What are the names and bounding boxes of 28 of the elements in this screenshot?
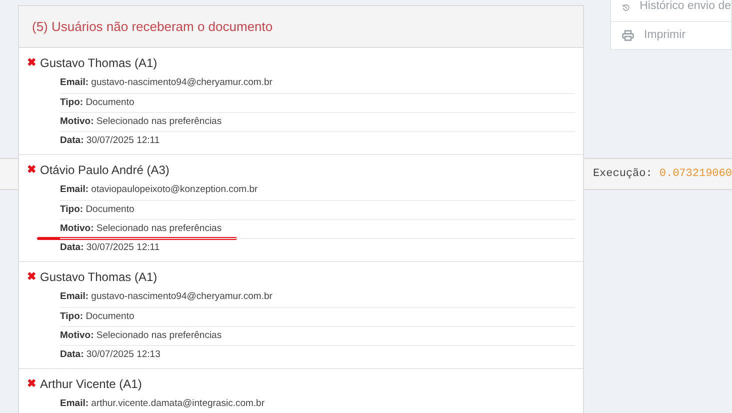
field-text: Motivo: Selecionado nas preferências <box>60 222 222 236</box>
field-text: Tipo: Documento <box>60 202 134 217</box>
field-text: Tipo: Documento <box>60 96 134 110</box>
field-text: Email: arthur.vicente.damata@integrasic.com.br <box>60 397 264 412</box>
field-text: Data: 30/07/2025 12:13 <box>60 348 160 362</box>
modal-title: (5) Usuários não receberam o documento <box>32 18 273 36</box>
field-text: Email: gustavo-nascimento94@cheryamur.com.br <box>60 290 272 304</box>
error-x-icon: ✖ <box>27 272 36 282</box>
field-text: Motivo: Selecionado nas preferências <box>60 328 222 343</box>
history-icon <box>622 2 630 12</box>
field-text: Email: gustavo-nascimento94@cheryamur.com.br <box>60 76 272 90</box>
error-x-icon: ✖ <box>27 378 36 390</box>
menu-item[interactable]: Histórico envio de <box>640 0 731 16</box>
field-text: Data: 30/07/2025 12:11 <box>60 134 160 148</box>
field-text: Email: otaviopaulopeixoto@konzeption.com.br <box>60 183 258 198</box>
error-x-icon: ✖ <box>27 58 36 68</box>
user-name: Otávio Paulo André (A3) <box>40 162 170 179</box>
user-name: Arthur Vicente (A1) <box>40 376 142 393</box>
field-text: Tipo: Documento <box>60 310 134 324</box>
user-name: Gustavo Thomas (A1) <box>40 55 158 72</box>
error-x-icon: ✖ <box>27 164 36 176</box>
execution-label: Execução: <box>592 166 652 182</box>
field-text: Data: 30/07/2025 12:11 <box>60 240 160 255</box>
printer-icon <box>622 30 634 41</box>
field-text: Motivo: Selecionado nas preferências <box>60 114 222 129</box>
menu-item[interactable]: Imprimir <box>644 26 686 44</box>
user-name: Gustavo Thomas (A1) <box>40 269 158 286</box>
execution-value: 0.073219060 <box>659 166 732 182</box>
